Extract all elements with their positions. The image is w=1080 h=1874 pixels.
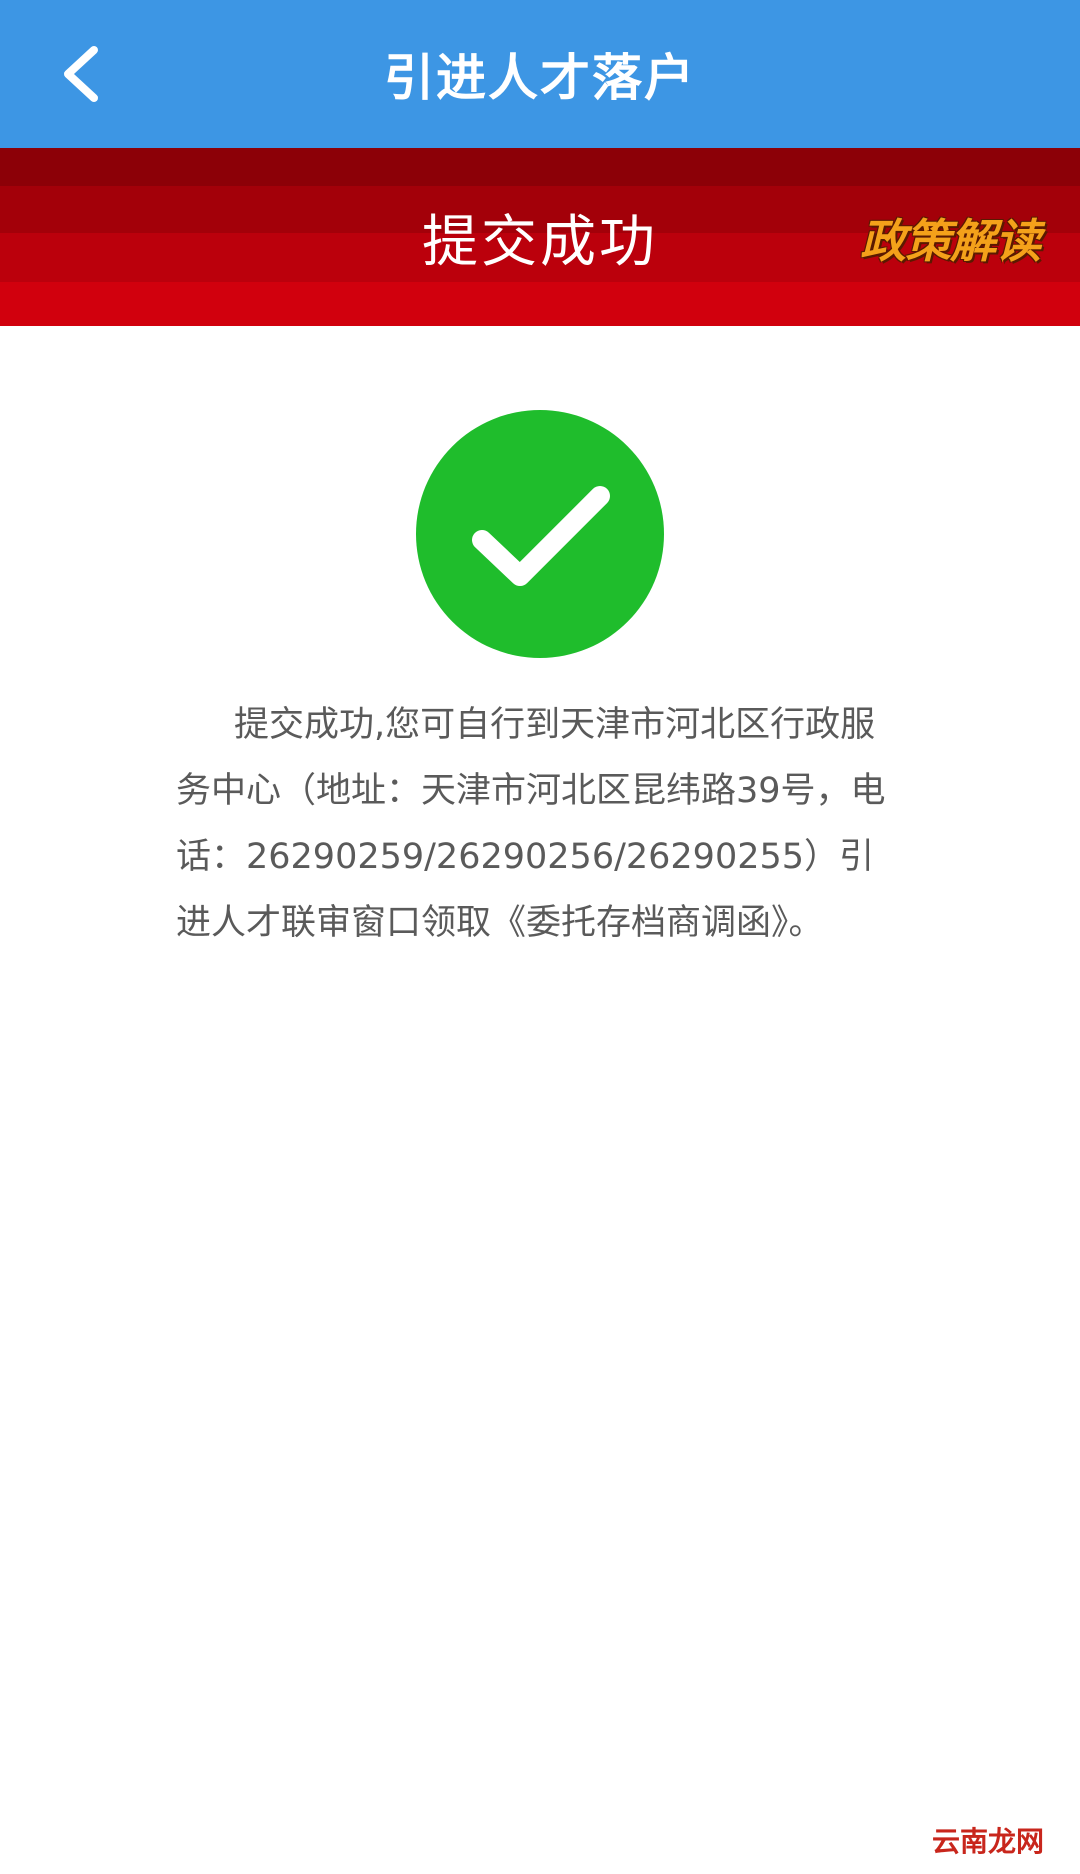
banner: 提交成功 政策解读 <box>0 148 1080 326</box>
watermark: 云南龙网 <box>925 1818 1050 1862</box>
check-circle-icon <box>416 410 664 658</box>
policy-interpretation-link[interactable]: 政策解读 <box>860 198 1041 278</box>
app-bar: 引进人才落户 <box>0 0 1080 148</box>
success-message: 提交成功,您可自行到天津市河北区行政服务中心（地址：天津市河北区昆纬路39号，电… <box>176 705 886 943</box>
page-title: 引进人才落户 <box>384 49 696 107</box>
